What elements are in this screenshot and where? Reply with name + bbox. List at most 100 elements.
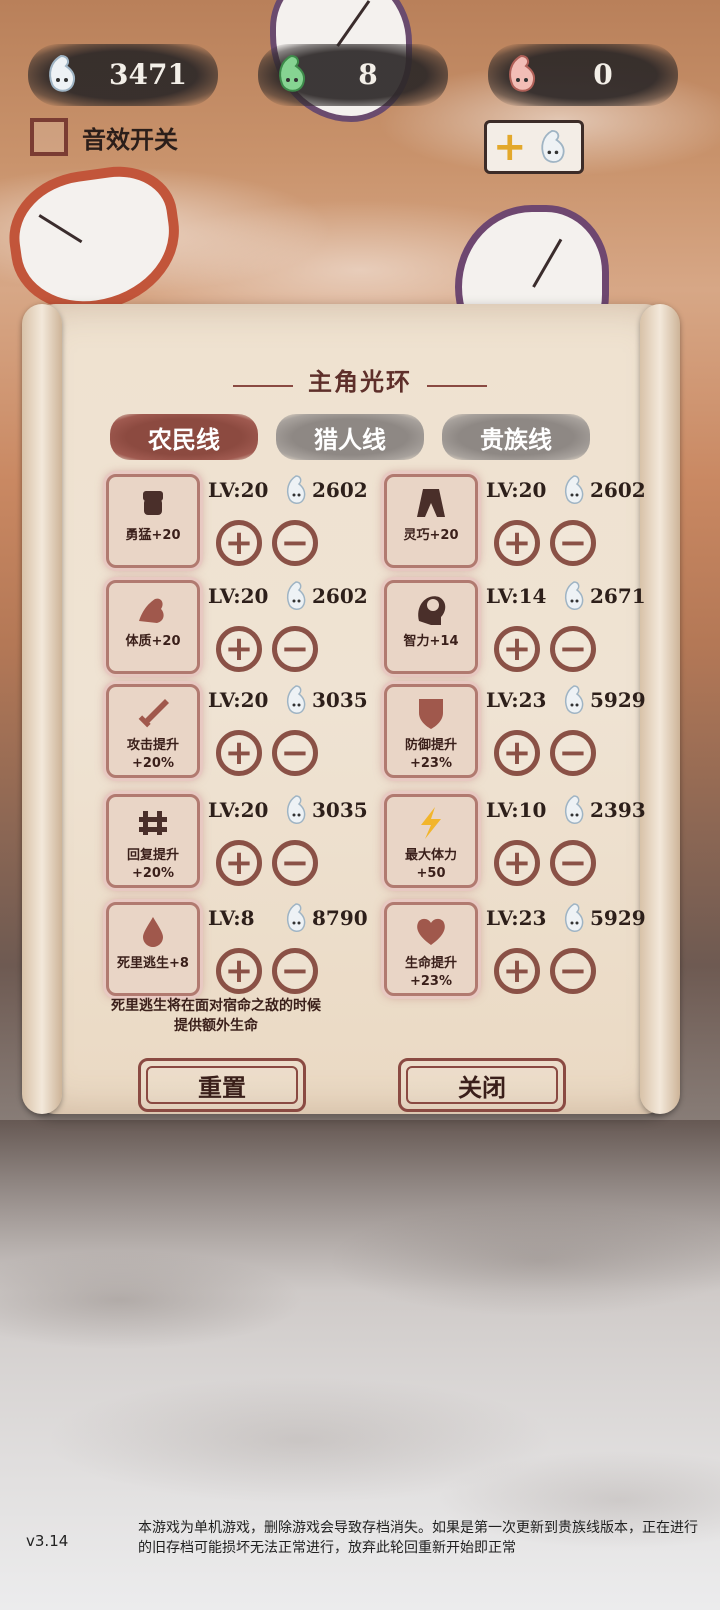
- level-down-button[interactable]: −: [272, 520, 318, 566]
- level-down-button[interactable]: −: [272, 626, 318, 672]
- skill-name: 防御提升 +23%: [404, 738, 457, 771]
- panel-title: 主角光环: [308, 368, 412, 396]
- white-soul-icon: [286, 795, 306, 824]
- level-down-button[interactable]: −: [272, 948, 318, 994]
- white-soul-icon: [286, 685, 306, 714]
- skill-level: LV:14: [486, 584, 547, 608]
- level-down-button[interactable]: −: [550, 840, 596, 886]
- fist-icon: [143, 491, 163, 515]
- skill-name: 勇猛+20: [125, 528, 181, 543]
- skill-card: 攻击提升 +20% LV:20 3035 + −: [106, 684, 386, 780]
- level-up-button[interactable]: +: [216, 626, 262, 672]
- white-soul-icon: [564, 581, 584, 610]
- skill-name: 体质+20: [125, 634, 181, 649]
- sound-checkbox[interactable]: [30, 118, 68, 156]
- skill-tile[interactable]: 最大体力 +50: [384, 794, 478, 888]
- level-up-button[interactable]: +: [494, 520, 540, 566]
- skill-cost: 2671: [590, 584, 646, 608]
- white-soul-icon: [286, 475, 306, 504]
- level-up-button[interactable]: +: [216, 520, 262, 566]
- white-soul-icon: [286, 903, 306, 932]
- level-up-button[interactable]: +: [216, 840, 262, 886]
- skill-level: LV:20: [208, 584, 269, 608]
- save-notice: 本游戏为单机游戏，删除游戏会导致存档消失。如果是第一次更新到贵族线版本，正在进行…: [138, 1520, 698, 1556]
- white-soul-icon: [564, 685, 584, 714]
- level-down-button[interactable]: −: [272, 730, 318, 776]
- skill-name: 灵巧+20: [403, 528, 459, 543]
- skill-tile[interactable]: 智力+14: [384, 580, 478, 674]
- level-down-button[interactable]: −: [272, 840, 318, 886]
- level-down-button[interactable]: −: [550, 948, 596, 994]
- cloak-icon: [417, 489, 445, 517]
- skill-card: 防御提升 +23% LV:23 5929 + −: [384, 684, 664, 780]
- skill-name: 回复提升 +20%: [126, 848, 179, 881]
- currency-white-value: 3471: [109, 58, 187, 91]
- reset-button[interactable]: 重置: [138, 1058, 306, 1112]
- skill-level: LV:20: [208, 478, 269, 502]
- skill-description: 死里逃生将在面对宿命之敌的时候 提供额外生命: [111, 998, 321, 1034]
- brain-icon: [418, 596, 446, 625]
- level-up-button[interactable]: +: [494, 730, 540, 776]
- skill-tile[interactable]: 攻击提升 +20%: [106, 684, 200, 778]
- skill-level: LV:20: [486, 478, 547, 502]
- skill-card: 体质+20 LV:20 2602 + −: [106, 580, 386, 676]
- skill-tile[interactable]: 防御提升 +23%: [384, 684, 478, 778]
- skill-level: LV:10: [486, 798, 547, 822]
- level-up-button[interactable]: +: [216, 730, 262, 776]
- skill-cost: 2602: [590, 478, 646, 502]
- skill-tile[interactable]: 灵巧+20: [384, 474, 478, 568]
- skill-name: 智力+14: [403, 634, 459, 649]
- skill-tile[interactable]: 回复提升 +20%: [106, 794, 200, 888]
- level-down-button[interactable]: −: [550, 520, 596, 566]
- level-up-button[interactable]: +: [494, 626, 540, 672]
- tab-noble[interactable]: 贵族线: [442, 414, 590, 460]
- level-up-button[interactable]: +: [494, 948, 540, 994]
- drop-icon: [143, 917, 163, 947]
- skill-cost: 3035: [312, 688, 368, 712]
- skill-cost: 5929: [590, 906, 646, 930]
- currency-slot-green: 8: [258, 44, 448, 106]
- skill-name: 死里逃生+8: [117, 956, 189, 971]
- currency-red-value: 0: [593, 58, 613, 91]
- tab-hunter[interactable]: 猎人线: [276, 414, 424, 460]
- skill-card: 智力+14 LV:14 2671 + −: [384, 580, 664, 676]
- currency-slot-white: 3471: [28, 44, 218, 106]
- level-down-button[interactable]: −: [550, 730, 596, 776]
- level-up-button[interactable]: +: [494, 840, 540, 886]
- version-label: v3.14: [26, 1532, 69, 1550]
- close-button[interactable]: 关闭: [398, 1058, 566, 1112]
- skill-tile[interactable]: 生命提升 +23%: [384, 902, 478, 996]
- skill-cost: 5929: [590, 688, 646, 712]
- shield-icon: [419, 699, 443, 729]
- skill-card: 勇猛+20 LV:20 2602 + −: [106, 474, 386, 570]
- level-up-button[interactable]: +: [216, 948, 262, 994]
- skill-name: 攻击提升 +20%: [126, 738, 179, 771]
- level-down-button[interactable]: −: [550, 626, 596, 672]
- skill-cost: 8790: [312, 906, 368, 930]
- skill-level: LV:23: [486, 906, 547, 930]
- sound-toggle[interactable]: 音效开关: [30, 118, 178, 156]
- cross-icon: [139, 811, 167, 835]
- panel-title-row: 主角光环: [0, 362, 720, 397]
- skill-cost: 3035: [312, 798, 368, 822]
- white-soul-icon: [564, 795, 584, 824]
- currency-green-value: 8: [358, 58, 378, 91]
- skill-tile[interactable]: 勇猛+20: [106, 474, 200, 568]
- heart-icon: [417, 918, 445, 945]
- tab-farmer[interactable]: 农民线: [110, 414, 258, 460]
- skill-card: 生命提升 +23% LV:23 5929 + −: [384, 902, 664, 998]
- white-soul-icon: [286, 581, 306, 610]
- skill-tile[interactable]: 体质+20: [106, 580, 200, 674]
- skill-level: LV:8: [208, 906, 255, 930]
- skill-card: 死里逃生+8 LV:8 8790 + −: [106, 902, 386, 998]
- skill-tile[interactable]: 死里逃生+8: [106, 902, 200, 996]
- skill-card: 最大体力 +50 LV:10 2393 + −: [384, 794, 664, 890]
- skill-level: LV:20: [208, 798, 269, 822]
- add-currency-button[interactable]: +: [484, 120, 584, 174]
- ornament-right: [427, 384, 488, 387]
- melting-clock-left: [1, 158, 189, 322]
- sound-toggle-label: 音效开关: [82, 125, 178, 154]
- ornament-left: [232, 384, 293, 387]
- skill-level: LV:20: [208, 688, 269, 712]
- white-soul-icon: [540, 129, 565, 163]
